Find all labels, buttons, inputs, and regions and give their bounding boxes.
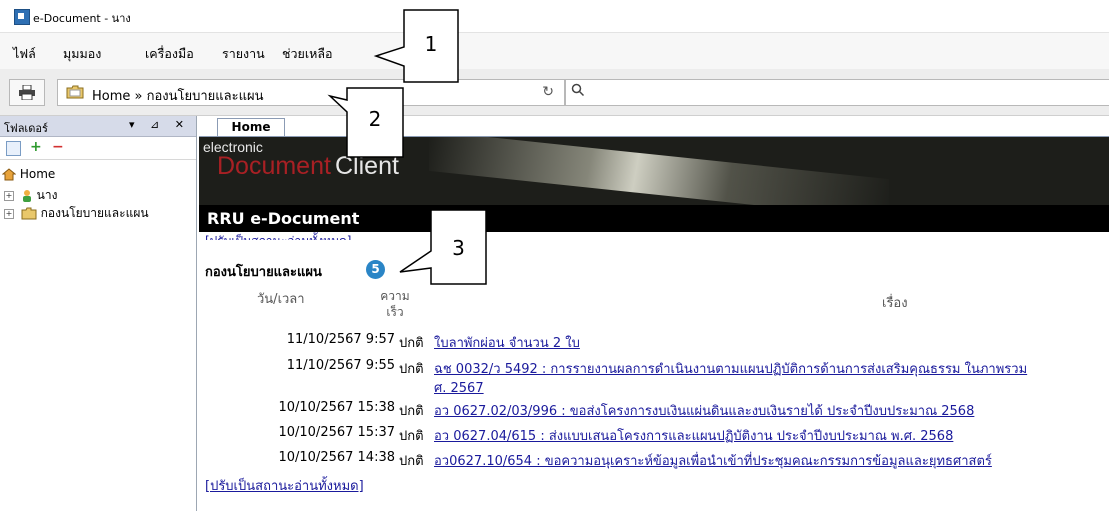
table-row: 11/10/2567 9:57 ปกติ ใบลาพักผ่อน จำนวน 2…: [199, 332, 1109, 352]
tab-home[interactable]: Home: [217, 118, 285, 136]
menu-bar: ไฟล์ มุมมอง เครื่องมือ รายงาน ช่วยเหลือ: [0, 33, 1109, 70]
mark-all-read-link[interactable]: [ปรับเป็นสถานะอ่านทั้งหมด]: [205, 475, 364, 496]
sidebar-controls[interactable]: ▾ ⊿ ✕: [129, 118, 190, 131]
folder-icon: [66, 85, 84, 99]
menu-report[interactable]: รายงาน: [222, 44, 265, 64]
table-row: 11/10/2567 9:55 ปกติ ฉช 0032/ว 5492 : กา…: [199, 358, 1109, 396]
table-row: 10/10/2567 15:38 ปกติ อว 0627.02/03/996 …: [199, 400, 1109, 420]
row-subject-link[interactable]: อว 0627.02/03/996 : ขอส่งโครงการงบเงินแผ…: [434, 400, 974, 421]
tree-item-home[interactable]: Home: [1, 167, 56, 185]
address-text: Home » กองนโยบายและแผน: [92, 89, 264, 104]
table-row: 10/10/2567 15:37 ปกติ อว 0627.04/615 : ส…: [199, 425, 1109, 445]
folder-icon: [21, 207, 37, 220]
folder-sidebar: โฟลเดอร์ ▾ ⊿ ✕ + − Home + นาง + กองนโยบา…: [0, 116, 197, 511]
row-speed: ปกติ: [399, 336, 424, 351]
row-speed: ปกติ: [399, 404, 424, 419]
row-date: 11/10/2567 9:57: [286, 332, 395, 347]
tree-label-home: Home: [19, 167, 56, 181]
menu-file[interactable]: ไฟล์: [13, 44, 36, 64]
column-header-speed-line2: เร็ว: [386, 305, 404, 319]
menu-view[interactable]: มุมมอง: [63, 44, 101, 64]
user-icon: [22, 190, 31, 202]
banner-light-streak: [429, 137, 889, 205]
printer-icon: [19, 85, 35, 100]
menu-help[interactable]: ช่วยเหลือ: [282, 44, 333, 64]
row-subject-link[interactable]: ใบลาพักผ่อน จำนวน 2 ใบ: [434, 332, 580, 353]
column-header-subject: เรื่อง: [882, 296, 908, 311]
row-speed: ปกติ: [399, 454, 424, 469]
tree-item-user[interactable]: + นาง: [4, 186, 57, 204]
refresh-tree-icon[interactable]: [6, 141, 21, 156]
row-date: 10/10/2567 14:38: [278, 450, 395, 465]
banner: electronic Document Client: [199, 137, 1109, 205]
address-bar[interactable]: Home » กองนโยบายและแผน ↻: [57, 79, 565, 106]
tree-item-policy-plan[interactable]: + กองนโยบายและแผน: [4, 204, 149, 222]
menu-tools[interactable]: เครื่องมือ: [145, 44, 194, 64]
table-row: 10/10/2567 14:38 ปกติ อว0627.10/654 : ขอ…: [199, 450, 1109, 470]
sidebar-header: โฟลเดอร์ ▾ ⊿ ✕: [0, 116, 196, 137]
window-title: e-Document - นาง: [33, 12, 131, 25]
banner-client: Client: [335, 152, 399, 180]
count-badge: 5: [366, 260, 385, 279]
row-speed: ปกติ: [399, 362, 424, 377]
brand-bar: RRU e-Document: [199, 205, 1109, 232]
column-header-speed-line1: ความ: [380, 289, 410, 303]
title-bar: e-Document - นาง: [0, 0, 1109, 33]
row-date: 11/10/2567 9:55: [286, 358, 395, 373]
row-subject-link[interactable]: ฉช 0032/ว 5492 : การรายงานผลการดำเนินงาน…: [434, 358, 1027, 379]
expand-icon[interactable]: +: [4, 208, 14, 219]
add-folder-icon[interactable]: +: [30, 139, 42, 155]
row-subject-link[interactable]: อว0627.10/654 : ขอความอนุเคราะห์ข้อมูลเพ…: [434, 450, 992, 471]
app-icon: [14, 9, 30, 25]
content-pane: Home electronic Document Client RRU e-Do…: [199, 116, 1109, 511]
banner-document: Document: [217, 152, 331, 180]
column-header-speed: ความ เร็ว: [375, 288, 415, 320]
toolbar: Home » กองนโยบายและแผน ↻: [0, 69, 1109, 116]
search-icon: [571, 83, 585, 97]
home-icon: [1, 168, 17, 181]
tree-label-policy-plan: กองนโยบายและแผน: [40, 206, 149, 220]
mark-all-read-link-top[interactable]: [ปรับเป็นสถานะอ่านทั้งหมด]: [205, 232, 351, 240]
tree-label-user: นาง: [36, 188, 58, 202]
row-subject-link-cont[interactable]: ศ. 2567: [434, 377, 484, 398]
row-date: 10/10/2567 15:38: [278, 400, 395, 415]
search-input[interactable]: [565, 79, 1109, 106]
row-date: 10/10/2567 15:37: [278, 425, 395, 440]
remove-folder-icon[interactable]: −: [52, 139, 64, 155]
section-title: กองนโยบายและแผน: [205, 265, 322, 280]
row-speed: ปกติ: [399, 429, 424, 444]
row-subject-link[interactable]: อว 0627.04/615 : ส่งแบบเสนอโครงการและแผน…: [434, 425, 953, 446]
sidebar-toolbar: + −: [0, 137, 196, 160]
sidebar-title: โฟลเดอร์: [4, 122, 48, 135]
expand-icon[interactable]: +: [4, 190, 14, 201]
print-button[interactable]: [9, 79, 45, 106]
refresh-icon[interactable]: ↻: [542, 84, 554, 100]
brand-title: RRU e-Document: [207, 209, 360, 228]
column-header-date: วัน/เวลา: [257, 292, 305, 307]
